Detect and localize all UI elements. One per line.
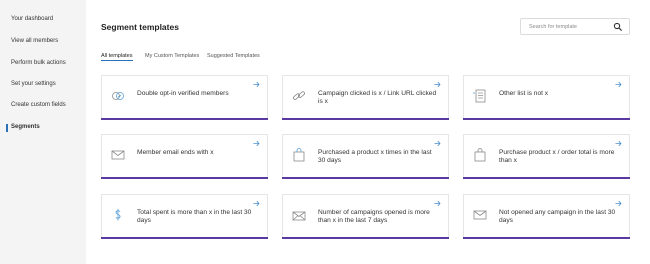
verified-icon (112, 92, 124, 100)
template-card[interactable]: Purchased a product x times in the last … (282, 134, 449, 179)
template-card-label: Other list is not x (499, 90, 549, 97)
search-icon[interactable] (613, 22, 623, 32)
template-card-label: Number of campaigns opened is more than … (318, 209, 430, 225)
template-card[interactable]: Double opt-in verified members (101, 75, 268, 120)
arrow-right-icon (615, 200, 622, 207)
arrow-right-icon (253, 200, 260, 207)
template-card[interactable]: Purchase product x / order total is more… (463, 134, 630, 179)
shopping-bag-icon (474, 148, 486, 162)
arrow-right-icon (434, 140, 441, 147)
envelope-icon (111, 150, 125, 160)
open-envelope-icon (292, 211, 306, 221)
template-card[interactable]: Not opened any campaign in the last 30 d… (463, 194, 630, 239)
active-tab-underline (101, 60, 133, 61)
sidebar-active-indicator (6, 124, 8, 132)
template-card-label: Member email ends with x (137, 149, 214, 156)
card-accent-bar (463, 177, 630, 179)
sidebar-item-segments[interactable]: Segments (11, 124, 40, 130)
dollar-icon (115, 209, 121, 221)
template-card-label: Purchased a product x times in the last … (318, 149, 432, 165)
sidebar: Your dashboard View all members Perform … (0, 0, 86, 264)
template-card[interactable]: Number of campaigns opened is more than … (282, 194, 449, 239)
arrow-right-icon (434, 81, 441, 88)
card-accent-bar (282, 118, 449, 120)
template-card[interactable]: Member email ends with x (101, 134, 268, 179)
shopping-bag-icon (293, 148, 305, 162)
page-title: Segment templates (101, 22, 179, 32)
card-accent-bar (101, 177, 268, 179)
template-card-label: Double opt-in verified members (137, 90, 229, 97)
sidebar-item-view-all-members[interactable]: View all members (11, 38, 58, 44)
sidebar-item-custom-fields[interactable]: Create custom fields (11, 102, 66, 108)
sidebar-item-settings[interactable]: Set your settings (11, 81, 56, 87)
tab-all-templates[interactable]: All templates (101, 53, 133, 59)
sidebar-item-dashboard[interactable]: Your dashboard (11, 16, 53, 22)
arrow-right-icon (434, 200, 441, 207)
card-accent-bar (463, 237, 630, 239)
arrow-right-icon (253, 81, 260, 88)
search-input[interactable] (529, 21, 609, 32)
envelope-x-icon (473, 210, 487, 220)
card-accent-bar (101, 118, 268, 120)
card-accent-bar (463, 118, 630, 120)
sidebar-item-bulk-actions[interactable]: Perform bulk actions (11, 60, 66, 66)
template-card[interactable]: Campaign clicked is x / Link URL clicked… (282, 75, 449, 120)
link-icon (293, 91, 305, 100)
card-accent-bar (282, 177, 449, 179)
search-box (520, 18, 630, 35)
tab-my-custom-templates[interactable]: My Custom Templates (145, 53, 199, 59)
template-card-label: Total spent is more than x in the last 3… (137, 209, 252, 225)
card-accent-bar (101, 237, 268, 239)
template-card-label: Not opened any campaign in the last 30 d… (499, 209, 616, 225)
template-card[interactable]: Other list is not x (463, 75, 630, 120)
template-card-label: Purchase product x / order total is more… (499, 149, 615, 165)
card-accent-bar (282, 237, 449, 239)
template-card-label: Campaign clicked is x / Link URL clicked… (318, 90, 437, 106)
list-icon (473, 89, 486, 103)
template-card[interactable]: Total spent is more than x in the last 3… (101, 194, 268, 239)
arrow-right-icon (253, 140, 260, 147)
tab-suggested-templates[interactable]: Suggested Templates (207, 53, 260, 59)
arrow-right-icon (615, 140, 622, 147)
arrow-right-icon (615, 81, 622, 88)
